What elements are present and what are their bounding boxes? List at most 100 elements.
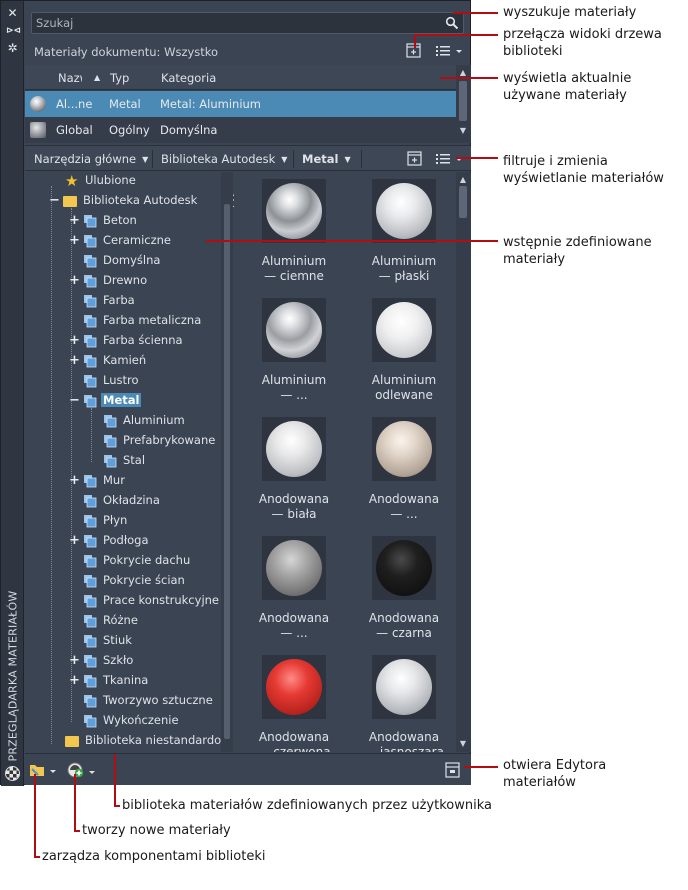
material-category-icon — [83, 214, 97, 228]
material-category-icon — [83, 694, 97, 708]
library-dropdown[interactable]: Biblioteka Autodesk ▼ — [161, 152, 287, 166]
callout-line — [34, 856, 40, 858]
scroll-down-icon[interactable]: ▼ — [459, 127, 467, 135]
column-type-header[interactable]: Typ — [110, 71, 129, 85]
library-view-icon[interactable] — [405, 150, 425, 168]
material-category-icon — [83, 614, 97, 628]
expand-icon[interactable]: + — [69, 334, 80, 348]
material-swatch-label: Anodowana — ... — [368, 492, 440, 521]
callout-line — [414, 34, 416, 48]
properties-gear-icon[interactable]: ✲ — [6, 42, 19, 55]
collapse-icon[interactable]: − — [49, 194, 60, 208]
scroll-thumb[interactable] — [459, 186, 467, 218]
folder-icon — [65, 736, 79, 747]
close-icon[interactable]: ✕ — [6, 7, 19, 20]
material-swatch[interactable]: Anodowana — czarna — [346, 529, 456, 648]
material-swatch-label: Aluminium — ciemne — [261, 254, 327, 283]
list-view-options-icon[interactable] — [433, 42, 465, 60]
document-materials-label: Materiały dokumentu: Wszystko — [34, 45, 219, 59]
scroll-thumb[interactable] — [224, 204, 230, 739]
table-row[interactable]: Al...ne Metal Metal: Aluminium — [25, 91, 456, 117]
material-swatch[interactable]: Aluminium — płaski — [346, 172, 456, 291]
expand-icon[interactable]: + — [69, 274, 80, 288]
annotation-opens-editor: otwiera Edytora materiałów — [503, 758, 607, 790]
grid-scrollbar[interactable]: ▲ ▼ — [456, 172, 471, 752]
material-preview-image — [372, 655, 436, 719]
material-swatch-label: Aluminium odlewane — [371, 373, 437, 402]
create-material-icon[interactable] — [67, 761, 97, 779]
display-options-icon[interactable] — [433, 150, 465, 168]
scroll-down-icon[interactable]: ▼ — [459, 740, 467, 748]
callout-line — [453, 12, 498, 14]
material-swatch-label: Anodowana — biała — [258, 492, 330, 521]
search-input[interactable] — [36, 15, 436, 31]
material-category-icon — [83, 394, 97, 408]
material-category-icon — [83, 714, 97, 728]
tree-scrollbar[interactable] — [221, 172, 233, 752]
material-swatch[interactable]: Aluminium — ciemne — [236, 172, 346, 291]
auto-hide-icon[interactable]: ⊳⊲ — [6, 25, 21, 38]
material-category-icon — [103, 414, 117, 428]
material-swatch-label: Anodowana — czerwona — [257, 730, 331, 752]
materials-logo-icon — [5, 766, 20, 781]
material-category-icon — [83, 374, 97, 388]
expand-icon[interactable]: + — [69, 534, 80, 548]
library-toolbar: Narzędzia główne ▼ Biblioteka Autodesk ▼ M… — [25, 145, 471, 171]
expand-icon[interactable]: + — [69, 654, 80, 668]
folder-icon — [63, 196, 77, 207]
material-category-icon — [83, 334, 97, 348]
palette-bottom-bar — [25, 753, 471, 785]
toolbar-divider — [361, 150, 362, 168]
table-row[interactable]: Global Ogólny Domyślna — [25, 117, 456, 143]
expand-icon[interactable]: + — [69, 234, 80, 248]
material-thumbnail-icon — [30, 96, 46, 112]
material-swatch[interactable]: Anodowana — czerwona — [236, 648, 346, 752]
material-preview-image — [262, 179, 326, 243]
annotation-manages: zarządza komponentami biblioteki — [42, 849, 266, 864]
expand-icon[interactable]: + — [69, 674, 80, 688]
material-category-icon — [83, 294, 97, 308]
material-swatch[interactable]: Anodowana — biała — [236, 410, 346, 529]
material-category-icon — [83, 634, 97, 648]
material-preview-image — [372, 179, 436, 243]
search-icon[interactable] — [445, 16, 459, 30]
open-materials-editor-icon[interactable] — [443, 761, 463, 779]
expand-icon[interactable]: + — [69, 354, 80, 368]
material-swatch[interactable]: Aluminium — ... — [236, 291, 346, 410]
column-category-header[interactable]: Kategoria — [161, 71, 216, 85]
expand-icon[interactable]: + — [69, 214, 80, 228]
material-swatch-label: Aluminium — płaski — [371, 254, 437, 283]
material-category-icon — [103, 454, 117, 468]
material-swatch[interactable]: Anodowana — ... — [346, 410, 456, 529]
material-category-icon — [83, 554, 97, 568]
scroll-up-icon[interactable]: ▲ — [459, 69, 467, 77]
column-name-header[interactable]: Nazwa — [58, 71, 88, 85]
annotation-filters: filtruje i zmienia wyświetlanie materiał… — [503, 154, 664, 186]
callout-line — [440, 77, 498, 79]
annotation-switch-views: przełącza widoki drzewa biblioteki — [503, 27, 662, 59]
material-preview-image — [372, 298, 436, 362]
expand-icon[interactable]: + — [69, 474, 80, 488]
palette-main: Materiały dokumentu: Wszystko Nazwa ▲ Ty… — [25, 1, 471, 786]
material-swatch[interactable]: Anodowana — jasnoszara — [346, 648, 456, 752]
tree-guide — [91, 408, 92, 462]
annotation-creates-new: tworzy nowe materiały — [82, 823, 231, 838]
scroll-thumb[interactable] — [459, 81, 467, 121]
toolbar-divider — [152, 150, 153, 168]
material-swatch[interactable]: Aluminium odlewane — [346, 291, 456, 410]
document-materials-table: Nazwa ▲ Typ Kategoria Al...ne Metal Meta… — [25, 65, 471, 143]
material-preview-image — [372, 536, 436, 600]
material-category-icon — [83, 474, 97, 488]
callout-line — [74, 830, 80, 832]
callout-line — [206, 240, 498, 242]
material-category-icon — [103, 434, 117, 448]
collapse-icon[interactable]: − — [69, 394, 80, 408]
material-category-icon — [83, 534, 97, 548]
material-category-icon — [83, 234, 97, 248]
callout-line — [464, 766, 498, 768]
scroll-up-icon[interactable]: ▲ — [459, 176, 467, 184]
category-dropdown[interactable]: Metal ▼ — [302, 152, 351, 166]
search-box — [31, 12, 464, 34]
material-swatch[interactable]: Anodowana — ... — [236, 529, 346, 648]
home-tools-dropdown[interactable]: Narzędzia główne ▼ — [34, 152, 148, 166]
